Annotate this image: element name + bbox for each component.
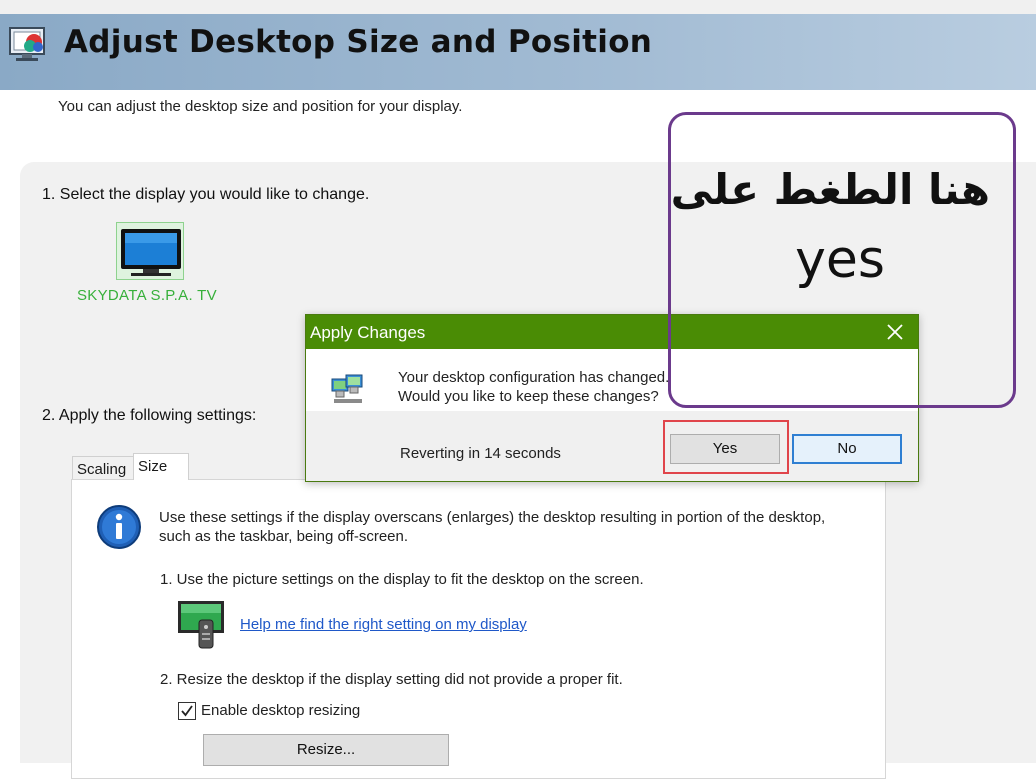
dialog-message-line2: Would you like to keep these changes? xyxy=(398,388,659,405)
revert-countdown-text: Reverting in 14 seconds xyxy=(400,445,561,462)
page-subtitle: You can adjust the desktop size and posi… xyxy=(58,98,463,115)
substep1-text: 1. Use the picture settings on the displ… xyxy=(160,571,644,588)
enable-resizing-label[interactable]: Enable desktop resizing xyxy=(201,702,360,719)
size-info-text: Use these settings if the display oversc… xyxy=(159,509,826,545)
page-title: Adjust Desktop Size and Position xyxy=(64,24,653,60)
annotation-english-text: yes xyxy=(795,230,885,290)
resize-button[interactable]: Resize... xyxy=(203,734,449,766)
display-select-tile[interactable] xyxy=(116,222,184,280)
yes-button-highlight xyxy=(663,420,789,474)
substep2-text: 2. Resize the desktop if the display set… xyxy=(160,671,623,688)
step2-heading: 2. Apply the following settings: xyxy=(42,407,257,424)
network-displays-icon xyxy=(331,374,363,403)
info-icon xyxy=(97,505,141,549)
page-header: Adjust Desktop Size and Position xyxy=(0,14,1036,90)
dialog-message-line1: Your desktop configuration has changed. xyxy=(398,369,670,386)
dialog-title: Apply Changes xyxy=(310,323,426,342)
step1-heading: 1. Select the display you would like to … xyxy=(42,186,370,203)
no-button[interactable]: No xyxy=(792,434,902,464)
tv-remote-icon xyxy=(178,601,224,649)
annotation-arabic-text: هنا الطغط على xyxy=(670,165,990,214)
display-settings-icon xyxy=(9,27,45,61)
checkmark-icon xyxy=(181,705,193,717)
tab-size[interactable]: Size xyxy=(133,453,189,480)
help-find-setting-link[interactable]: Help me find the right setting on my dis… xyxy=(240,616,527,633)
tab-scaling[interactable]: Scaling xyxy=(72,456,134,480)
display-name-label[interactable]: SKYDATA S.P.A. TV xyxy=(77,287,217,304)
window-top-strip xyxy=(0,0,1036,15)
monitor-icon xyxy=(121,229,181,276)
enable-resizing-checkbox[interactable] xyxy=(178,702,196,720)
